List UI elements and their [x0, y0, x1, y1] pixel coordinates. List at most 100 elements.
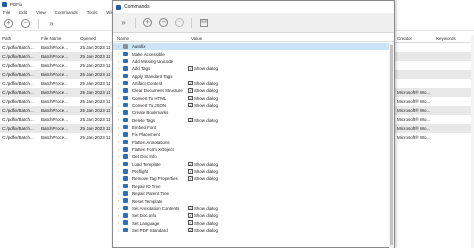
expand-icon[interactable]: »	[47, 19, 56, 28]
cell-path: C:/pdfix/Batch...	[2, 99, 34, 104]
command-icon	[123, 132, 128, 137]
add-icon[interactable]: +	[143, 18, 152, 27]
chevron-right-icon[interactable]: ›	[118, 147, 121, 152]
command-row[interactable]: › Fix Placement	[113, 131, 389, 138]
column-file-name[interactable]: File Name	[41, 36, 77, 41]
chevron-right-icon[interactable]: ›	[118, 132, 121, 137]
cell-path: C:/pdfix/Batch...	[2, 54, 34, 59]
command-name: Embed Font	[132, 125, 156, 131]
command-row[interactable]: › Set Doc Info ✓ Show dialog	[113, 212, 389, 219]
chevron-right-icon[interactable]: ›	[118, 169, 121, 174]
show-dialog-checkbox[interactable]: ✓	[188, 176, 193, 181]
chevron-right-icon[interactable]: ›	[118, 66, 121, 71]
chevron-right-icon[interactable]: ›	[118, 51, 121, 56]
chevron-right-icon[interactable]: ›	[118, 44, 121, 49]
disabled-remove-icon: −	[175, 18, 184, 27]
menu-tools[interactable]: Tools	[87, 10, 98, 15]
command-row[interactable]: › Add Missing Unicode	[113, 58, 389, 65]
show-dialog-checkbox[interactable]: ✓	[188, 227, 193, 233]
expand-icon[interactable]: »	[119, 18, 128, 27]
menu-view[interactable]: View	[36, 10, 46, 15]
command-icon	[123, 51, 128, 57]
chevron-right-icon[interactable]: ›	[118, 73, 121, 78]
show-dialog-checkbox[interactable]: ✓	[188, 117, 193, 123]
chevron-right-icon[interactable]: ›	[118, 176, 121, 181]
command-row[interactable]: › Artifact Content ✓ Show dialog	[113, 80, 389, 87]
command-row[interactable]: › Autofix	[113, 43, 389, 51]
command-row[interactable]: › Flatten Form XObject	[113, 146, 389, 153]
menu-edit[interactable]: Edit	[19, 10, 27, 15]
toolbar-divider	[135, 17, 136, 28]
chevron-right-icon[interactable]: ›	[118, 81, 121, 86]
show-dialog-checkbox[interactable]: ✓	[188, 169, 193, 174]
show-dialog-checkbox[interactable]: ✓	[188, 205, 193, 211]
command-row[interactable]: › Delete Tags ✓ Show dialog	[113, 116, 389, 123]
command-value: Show dialog	[194, 103, 218, 109]
command-row[interactable]: › Remove Tag Properties ✓ Show dialog	[113, 175, 389, 182]
command-row[interactable]: › Convert To HTML ✓ Show dialog	[113, 94, 389, 101]
menu-file[interactable]: File	[3, 10, 10, 15]
command-row[interactable]: › Repair ID Tree	[113, 183, 389, 190]
column-name[interactable]: Name	[117, 36, 129, 41]
menu-commands[interactable]: Commands	[55, 10, 78, 15]
command-row[interactable]: › Load Template ✓ Show dialog	[113, 161, 389, 168]
chevron-right-icon[interactable]: ›	[118, 228, 121, 233]
add-icon[interactable]: +	[4, 19, 13, 28]
chevron-right-icon[interactable]: ›	[118, 213, 121, 218]
command-row[interactable]: › Set Language ✓ Show dialog	[113, 219, 389, 226]
command-row[interactable]: › Repair Parent Tree	[113, 190, 389, 197]
dialog-titlebar[interactable]: Commands	[113, 1, 394, 13]
command-row[interactable]: › Convert To JSON ✓ Show dialog	[113, 102, 389, 109]
command-row[interactable]: › Reset Template	[113, 197, 389, 204]
show-dialog-checkbox[interactable]: ✓	[188, 95, 193, 101]
chevron-right-icon[interactable]: ›	[118, 198, 121, 203]
show-dialog-checkbox[interactable]: ✓	[188, 220, 193, 225]
column-creator[interactable]: Creator	[397, 36, 435, 41]
column-path[interactable]: Path	[2, 36, 40, 41]
show-dialog-checkbox[interactable]: ✓	[188, 102, 193, 108]
command-row[interactable]: › Create Bookmarks	[113, 109, 389, 116]
command-icon	[123, 44, 128, 49]
command-row[interactable]: › Set PDF Standard ✓ Show dialog	[113, 227, 389, 234]
show-dialog-checkbox[interactable]: ✓	[188, 88, 193, 93]
chevron-right-icon[interactable]: ›	[118, 95, 121, 100]
show-dialog-checkbox[interactable]: ✓	[188, 213, 193, 218]
chevron-right-icon[interactable]: ›	[118, 88, 121, 93]
command-row[interactable]: › Add Tags ✓ Show dialog	[113, 65, 389, 72]
chevron-right-icon[interactable]: ›	[118, 139, 121, 144]
show-dialog-checkbox[interactable]: ✓	[188, 80, 193, 86]
remove-icon[interactable]: −	[159, 18, 168, 27]
chevron-right-icon[interactable]: ›	[118, 117, 121, 122]
show-dialog-checkbox[interactable]: ✓	[188, 66, 193, 71]
chevron-right-icon[interactable]: ›	[118, 110, 121, 115]
chevron-right-icon[interactable]: ›	[118, 206, 121, 211]
command-row[interactable]: › Embed Font	[113, 124, 389, 131]
chevron-right-icon[interactable]: ›	[118, 220, 121, 225]
chevron-right-icon[interactable]: ›	[118, 103, 121, 108]
scrollbar-thumb[interactable]	[390, 45, 393, 245]
command-icon	[123, 73, 128, 79]
chevron-right-icon[interactable]: ›	[118, 184, 121, 189]
command-row[interactable]: › Apply Standard Tags	[113, 72, 389, 79]
command-row[interactable]: › Preflight ✓ Show dialog	[113, 168, 389, 175]
column-opened[interactable]: Opened	[80, 36, 110, 41]
command-row[interactable]: › Get Doc Info	[113, 153, 389, 160]
chevron-right-icon[interactable]: ›	[118, 125, 121, 130]
chevron-right-icon[interactable]: ›	[118, 162, 121, 167]
cell-file-name: BatchProce...	[41, 72, 69, 77]
command-row[interactable]: › Clear Document Structure ✓ Show dialog	[113, 87, 389, 94]
chevron-right-icon[interactable]: ›	[118, 191, 121, 196]
command-row[interactable]: › Set Annotation Contents ✓ Show dialog	[113, 205, 389, 212]
command-value: Show dialog	[194, 117, 218, 123]
remove-icon[interactable]: −	[21, 19, 30, 28]
save-icon[interactable]	[199, 18, 208, 27]
cell-opened: 25 Jan 2023 11:5	[80, 45, 110, 50]
command-row[interactable]: › Make Accessible	[113, 50, 389, 57]
show-dialog-checkbox[interactable]: ✓	[188, 161, 193, 167]
column-keywords[interactable]: Keywords	[436, 36, 472, 41]
column-value[interactable]: Value	[191, 36, 202, 41]
chevron-right-icon[interactable]: ›	[118, 154, 121, 159]
command-row[interactable]: › Flatten Annotations	[113, 138, 389, 145]
dialog-scrollbar[interactable]	[389, 43, 394, 248]
chevron-right-icon[interactable]: ›	[118, 59, 121, 64]
